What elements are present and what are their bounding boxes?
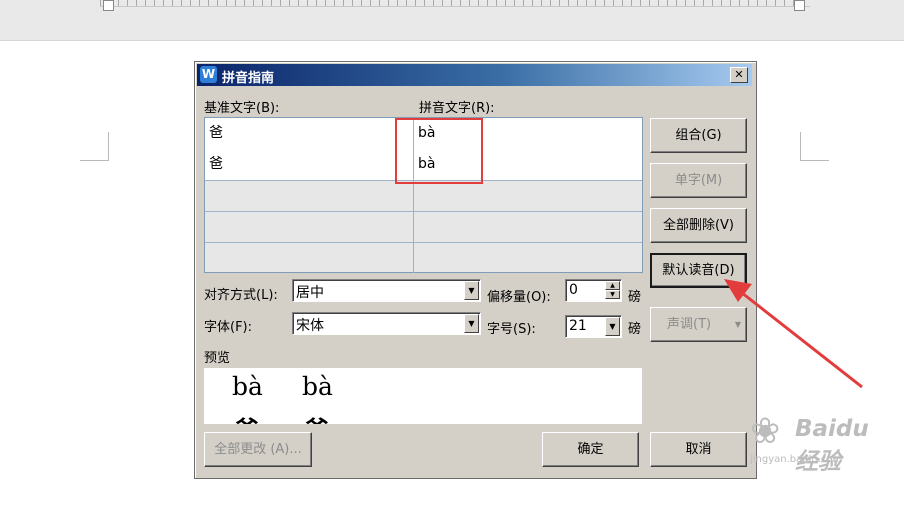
base-text-cell[interactable]: 爸 xyxy=(205,149,414,180)
base-text-cell[interactable] xyxy=(205,211,414,242)
page-margin-corner-right xyxy=(800,132,829,161)
watermark-brand: Baidu xyxy=(795,416,869,442)
ok-button[interactable]: 确定 xyxy=(542,432,639,467)
chevron-down-icon[interactable]: ▼ xyxy=(464,314,479,333)
dialog-title: 拼音指南 xyxy=(222,71,275,86)
preview-pinyin: bà xyxy=(232,372,263,401)
base-text-cell[interactable]: 爸 xyxy=(205,118,414,149)
chevron-down-icon[interactable]: ▼ xyxy=(464,281,479,300)
pinyin-text-cell[interactable] xyxy=(414,211,642,242)
document-ruler xyxy=(0,0,904,41)
offset-spinner[interactable]: 0 ▲ ▼ xyxy=(565,279,622,302)
preview-panel: bà bà 爸 爸 xyxy=(204,368,642,424)
page-margin-corner-left xyxy=(80,132,109,161)
preview-character: 爸 xyxy=(235,410,259,424)
font-size-label: 字号(S): xyxy=(487,322,536,337)
ruler-indent-marker-right[interactable] xyxy=(794,0,805,11)
alignment-value: 居中 xyxy=(296,285,324,301)
cancel-button[interactable]: 取消 xyxy=(650,432,747,467)
font-value: 宋体 xyxy=(296,318,324,334)
grid-row xyxy=(205,211,642,243)
base-text-cell[interactable] xyxy=(205,242,414,273)
close-button[interactable]: ✕ xyxy=(730,67,748,83)
offset-unit: 磅 xyxy=(628,290,642,305)
spin-up-icon[interactable]: ▲ xyxy=(605,281,620,290)
preview-label: 预览 xyxy=(204,351,231,366)
delete-all-button[interactable]: 全部删除(V) xyxy=(650,208,747,243)
base-text-cell[interactable] xyxy=(205,180,414,211)
pinyin-text-label: 拼音文字(R): xyxy=(419,101,495,116)
ruler-ticks xyxy=(100,0,810,7)
single-char-button[interactable]: 单字(M) xyxy=(650,163,747,198)
chevron-down-icon[interactable]: ▼ xyxy=(605,317,620,336)
tone-dropdown-icon: ▼ xyxy=(734,320,741,329)
font-select[interactable]: 宋体 ▼ xyxy=(292,312,481,335)
ruler-indent-marker-left[interactable] xyxy=(103,0,114,11)
grid-row xyxy=(205,242,642,273)
font-size-value: 21 xyxy=(569,318,587,334)
tone-button[interactable]: 声调(T) ▼ xyxy=(650,307,747,342)
offset-label: 偏移量(O): xyxy=(487,290,551,305)
dialog-titlebar[interactable]: W 拼音指南 ✕ xyxy=(197,64,752,86)
font-size-select[interactable]: 21 ▼ xyxy=(565,315,622,338)
pinyin-text-cell[interactable] xyxy=(414,180,642,211)
pinyin-text-cell[interactable] xyxy=(414,242,642,273)
offset-spin-buttons: ▲ ▼ xyxy=(605,281,620,300)
alignment-label: 对齐方式(L): xyxy=(204,288,278,303)
baidu-watermark-brand: Baidu经验 xyxy=(795,416,870,476)
offset-value: 0 xyxy=(569,282,578,298)
change-all-button[interactable]: 全部更改 (A)... xyxy=(204,432,312,467)
baidu-watermark: ❀ Baidu经验 jingyan.baidu.com xyxy=(750,410,870,476)
alignment-select[interactable]: 居中 ▼ xyxy=(292,279,481,302)
font-label: 字体(F): xyxy=(204,320,253,335)
highlight-annotation-box xyxy=(395,118,483,184)
watermark-url: jingyan.baidu.com xyxy=(750,454,843,465)
tone-button-label: 声调(T) xyxy=(667,317,712,332)
font-size-unit: 磅 xyxy=(628,322,642,337)
spin-down-icon[interactable]: ▼ xyxy=(605,290,620,299)
baidu-paw-icon: ❀ xyxy=(750,411,781,452)
base-text-label: 基准文字(B): xyxy=(204,101,280,116)
app-logo-icon: W xyxy=(200,66,217,83)
pinyin-guide-dialog: W 拼音指南 ✕ 基准文字(B): 拼音文字(R): 爸 bà 爸 bà 组合(… xyxy=(194,61,757,479)
preview-character: 爸 xyxy=(305,410,329,424)
preview-pinyin: bà xyxy=(302,372,333,401)
grid-row xyxy=(205,180,642,212)
default-reading-button[interactable]: 默认读音(D) xyxy=(650,253,747,288)
group-button[interactable]: 组合(G) xyxy=(650,118,747,153)
